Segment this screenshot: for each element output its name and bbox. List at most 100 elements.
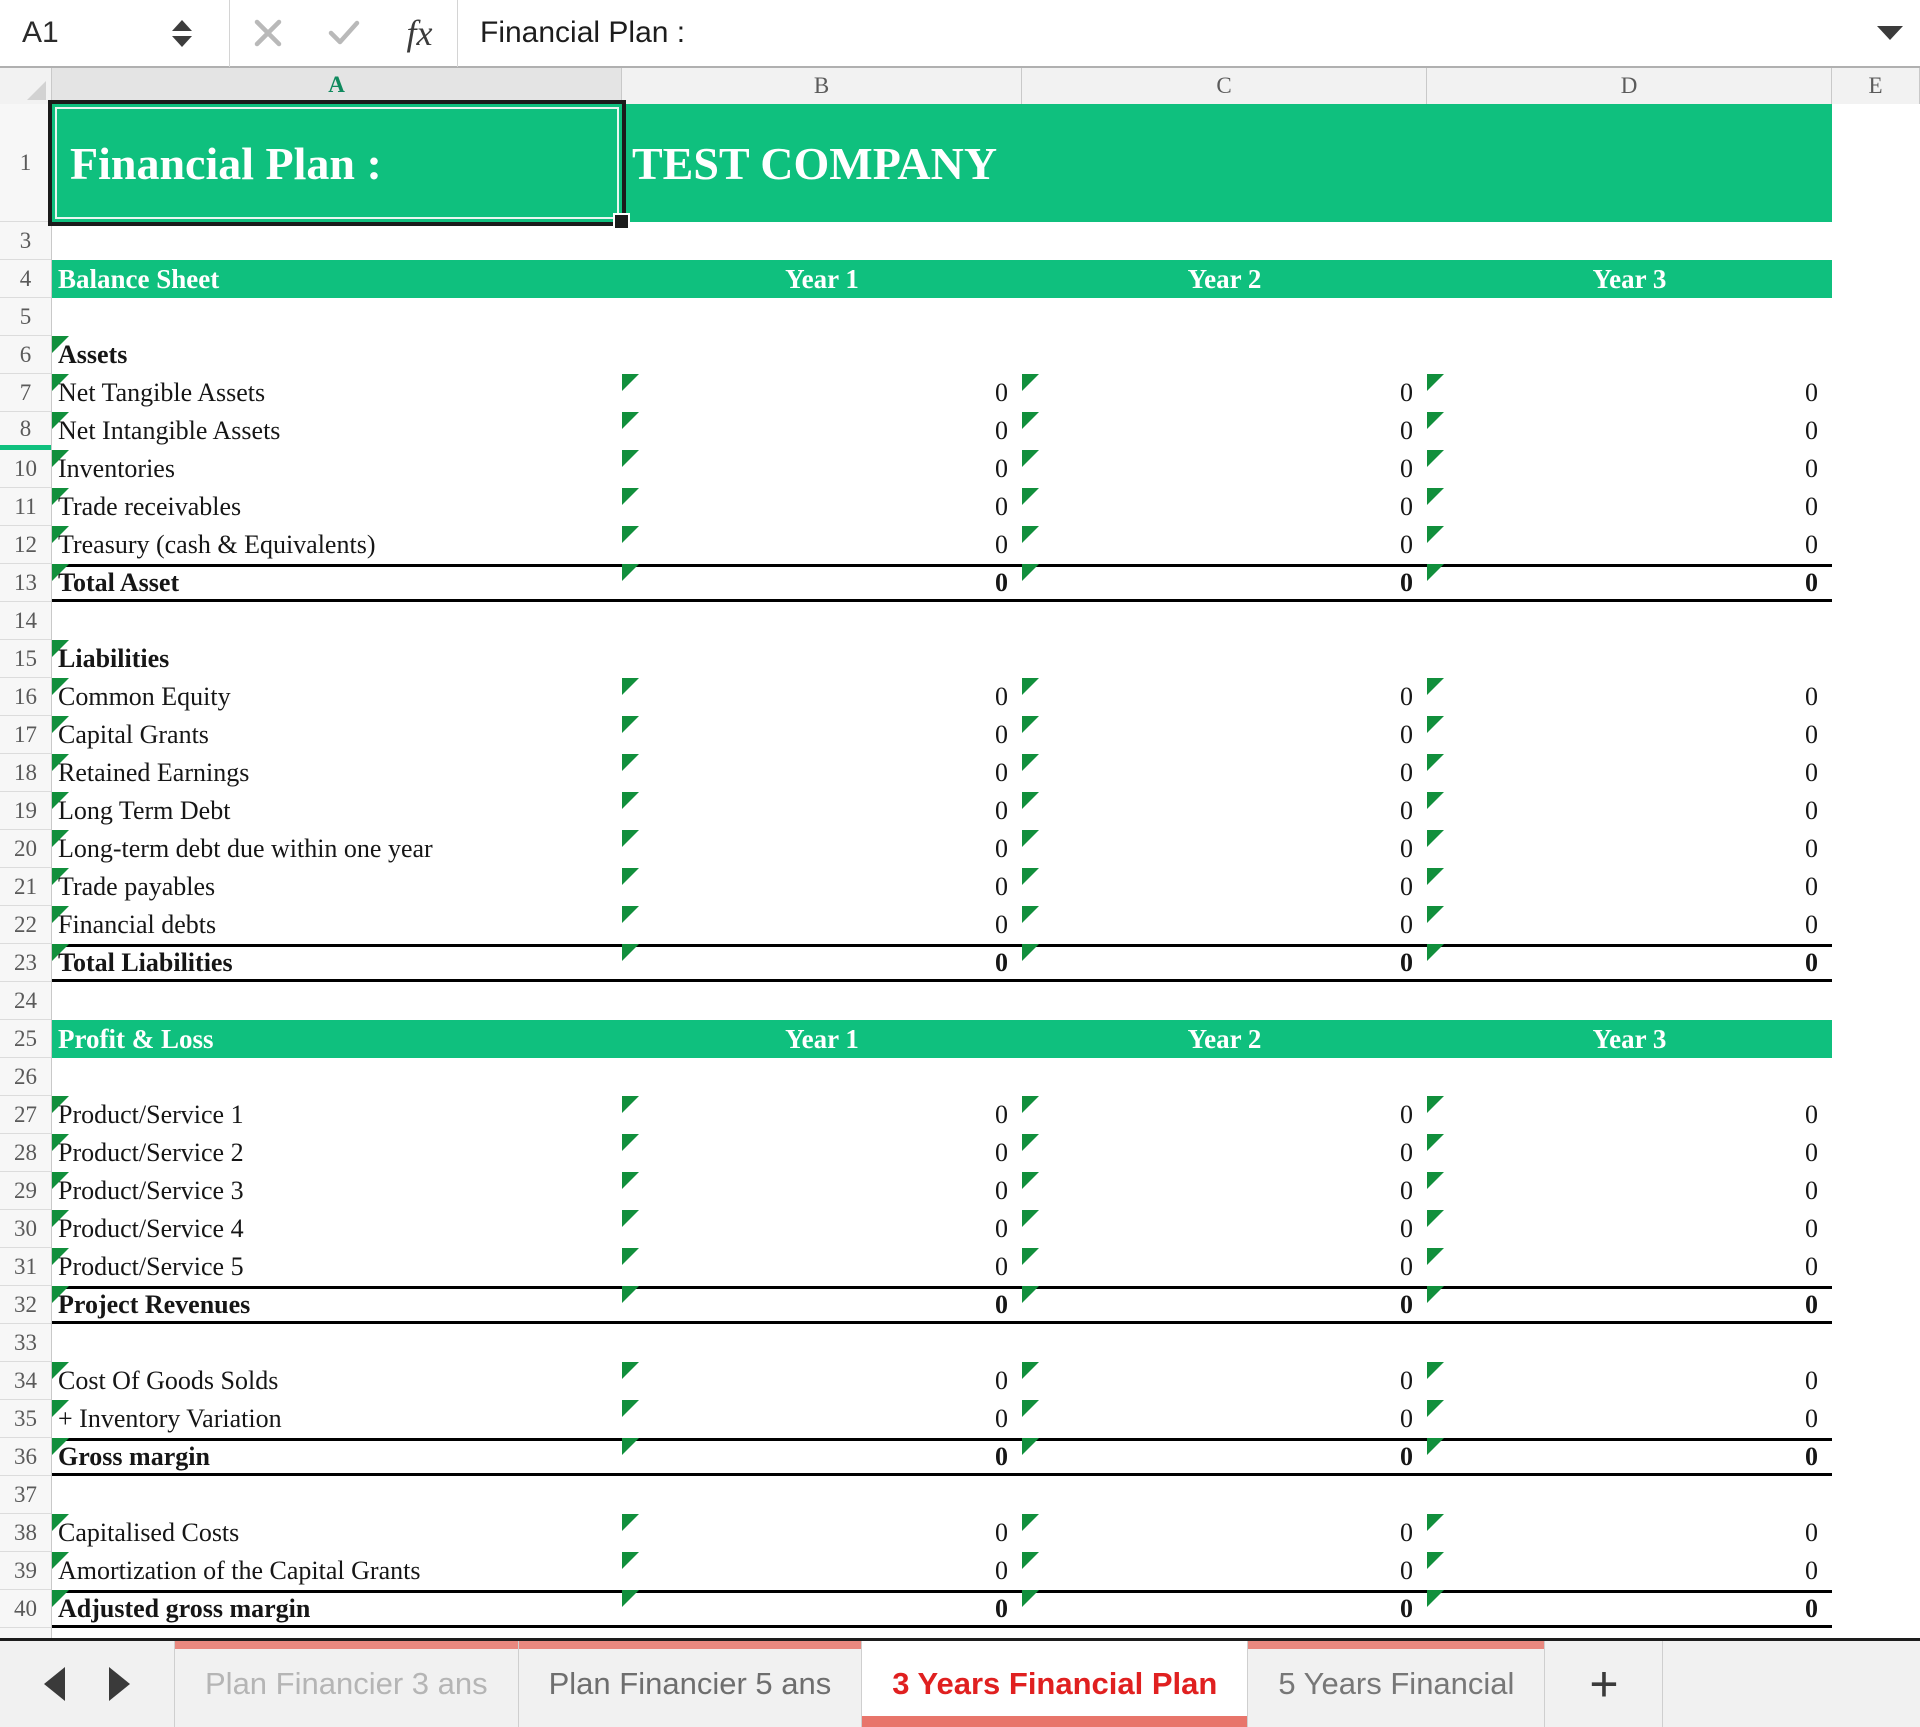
row-header-23[interactable]: 23 <box>0 944 51 982</box>
cell-B20[interactable]: 0 <box>622 830 1022 868</box>
cell-A11[interactable]: Trade receivables <box>52 488 622 526</box>
cell-C32[interactable]: 0 <box>1022 1286 1427 1324</box>
select-all-button[interactable] <box>0 68 52 104</box>
column-header-c[interactable]: C <box>1022 68 1427 104</box>
cell-A29[interactable]: Product/Service 3 <box>52 1172 622 1210</box>
row-header-24[interactable]: 24 <box>0 982 51 1020</box>
cell-B27[interactable]: 0 <box>622 1096 1022 1134</box>
row-header-26[interactable]: 26 <box>0 1058 51 1096</box>
row-header-6[interactable]: 6 <box>0 336 51 374</box>
row-header-3[interactable]: 3 <box>0 222 51 260</box>
row-header-15[interactable]: 15 <box>0 640 51 678</box>
cell-D11[interactable]: 0 <box>1427 488 1832 526</box>
accept-formula-button[interactable] <box>306 0 382 67</box>
cell-A4[interactable]: Balance Sheet <box>52 260 622 298</box>
row-header-7[interactable]: 7 <box>0 374 51 412</box>
cell-C12[interactable]: 0 <box>1022 526 1427 564</box>
cell-B29[interactable]: 0 <box>622 1172 1022 1210</box>
cell-C7[interactable]: 0 <box>1022 374 1427 412</box>
cell-B4[interactable]: Year 1 <box>622 260 1022 298</box>
cell-C17[interactable]: 0 <box>1022 716 1427 754</box>
cell-C28[interactable]: 0 <box>1022 1134 1427 1172</box>
cell-A16[interactable]: Common Equity <box>52 678 622 716</box>
cell-A34[interactable]: Cost Of Goods Solds <box>52 1362 622 1400</box>
cell-B19[interactable]: 0 <box>622 792 1022 830</box>
cell-D22[interactable]: 0 <box>1427 906 1832 944</box>
row-header-31[interactable]: 31 <box>0 1248 51 1286</box>
expand-formula-bar-button[interactable] <box>1860 0 1920 67</box>
cell-A40[interactable]: Adjusted gross margin <box>52 1590 622 1628</box>
arrow-left-icon[interactable] <box>44 1667 65 1701</box>
cell-A28[interactable]: Product/Service 2 <box>52 1134 622 1172</box>
cell-D10[interactable]: 0 <box>1427 450 1832 488</box>
cell-A8[interactable]: Net Intangible Assets <box>52 412 622 450</box>
cell-B38[interactable]: 0 <box>622 1514 1022 1552</box>
cell-C18[interactable]: 0 <box>1022 754 1427 792</box>
cell-D23[interactable]: 0 <box>1427 944 1832 982</box>
cell-C11[interactable]: 0 <box>1022 488 1427 526</box>
cell-A30[interactable]: Product/Service 4 <box>52 1210 622 1248</box>
cell-A39[interactable]: Amortization of the Capital Grants <box>52 1552 622 1590</box>
cell-A12[interactable]: Treasury (cash & Equivalents) <box>52 526 622 564</box>
cancel-formula-button[interactable] <box>230 0 306 67</box>
cell-A20[interactable]: Long-term debt due within one year <box>52 830 622 868</box>
cell-B32[interactable]: 0 <box>622 1286 1022 1324</box>
cell-A35[interactable]: + Inventory Variation <box>52 1400 622 1438</box>
cell-B21[interactable]: 0 <box>622 868 1022 906</box>
cell-A15[interactable]: Liabilities <box>52 640 622 678</box>
formula-input[interactable] <box>458 0 1860 67</box>
cell-D32[interactable]: 0 <box>1427 1286 1832 1324</box>
cell-C13[interactable]: 0 <box>1022 564 1427 602</box>
row-header-36[interactable]: 36 <box>0 1438 51 1476</box>
cell-C23[interactable]: 0 <box>1022 944 1427 982</box>
row-header-21[interactable]: 21 <box>0 868 51 906</box>
cell-A1[interactable]: Financial Plan : <box>52 104 622 222</box>
cell-B39[interactable]: 0 <box>622 1552 1022 1590</box>
row-header-18[interactable]: 18 <box>0 754 51 792</box>
cell-D18[interactable]: 0 <box>1427 754 1832 792</box>
cell-B34[interactable]: 0 <box>622 1362 1022 1400</box>
row-header-11[interactable]: 11 <box>0 488 51 526</box>
cell-B12[interactable]: 0 <box>622 526 1022 564</box>
row-header-40[interactable]: 40 <box>0 1590 51 1628</box>
row-header-1[interactable]: 1 <box>0 104 51 222</box>
row-header-32[interactable]: 32 <box>0 1286 51 1324</box>
cell-D20[interactable]: 0 <box>1427 830 1832 868</box>
cell-C35[interactable]: 0 <box>1022 1400 1427 1438</box>
cell-D7[interactable]: 0 <box>1427 374 1832 412</box>
sheet-tab-4[interactable]: 5 Years Financial <box>1248 1641 1546 1727</box>
cell-C10[interactable]: 0 <box>1022 450 1427 488</box>
cell-C21[interactable]: 0 <box>1022 868 1427 906</box>
cell-A22[interactable]: Financial debts <box>52 906 622 944</box>
cell-A32[interactable]: Project Revenues <box>52 1286 622 1324</box>
cell-D38[interactable]: 0 <box>1427 1514 1832 1552</box>
cell-B28[interactable]: 0 <box>622 1134 1022 1172</box>
cell-D19[interactable]: 0 <box>1427 792 1832 830</box>
cell-B11[interactable]: 0 <box>622 488 1022 526</box>
cell-C31[interactable]: 0 <box>1022 1248 1427 1286</box>
cell-C22[interactable]: 0 <box>1022 906 1427 944</box>
cell-B30[interactable]: 0 <box>622 1210 1022 1248</box>
insert-function-button[interactable]: fx <box>382 0 458 67</box>
row-header-33[interactable]: 33 <box>0 1324 51 1362</box>
cell-C25[interactable]: Year 2 <box>1022 1020 1427 1058</box>
cell-A25[interactable]: Profit & Loss <box>52 1020 622 1058</box>
cell-D13[interactable]: 0 <box>1427 564 1832 602</box>
cell-B17[interactable]: 0 <box>622 716 1022 754</box>
row-header-12[interactable]: 12 <box>0 526 51 564</box>
row-header-16[interactable]: 16 <box>0 678 51 716</box>
cell-C27[interactable]: 0 <box>1022 1096 1427 1134</box>
sheet-tab-1[interactable]: Plan Financier 3 ans <box>175 1641 519 1727</box>
sheet-tab-2[interactable]: Plan Financier 5 ans <box>518 1641 863 1727</box>
row-header-37[interactable]: 37 <box>0 1476 51 1514</box>
cell-C36[interactable]: 0 <box>1022 1438 1427 1476</box>
cell-B10[interactable]: 0 <box>622 450 1022 488</box>
row-header-13[interactable]: 13 <box>0 564 51 602</box>
column-header-e[interactable]: E <box>1832 68 1920 104</box>
row-header-14[interactable]: 14 <box>0 602 51 640</box>
spinner-up-icon[interactable] <box>172 19 192 31</box>
cell-D25[interactable]: Year 3 <box>1427 1020 1832 1058</box>
row-header-28[interactable]: 28 <box>0 1134 51 1172</box>
cell-A36[interactable]: Gross margin <box>52 1438 622 1476</box>
cell-D40[interactable]: 0 <box>1427 1590 1832 1628</box>
